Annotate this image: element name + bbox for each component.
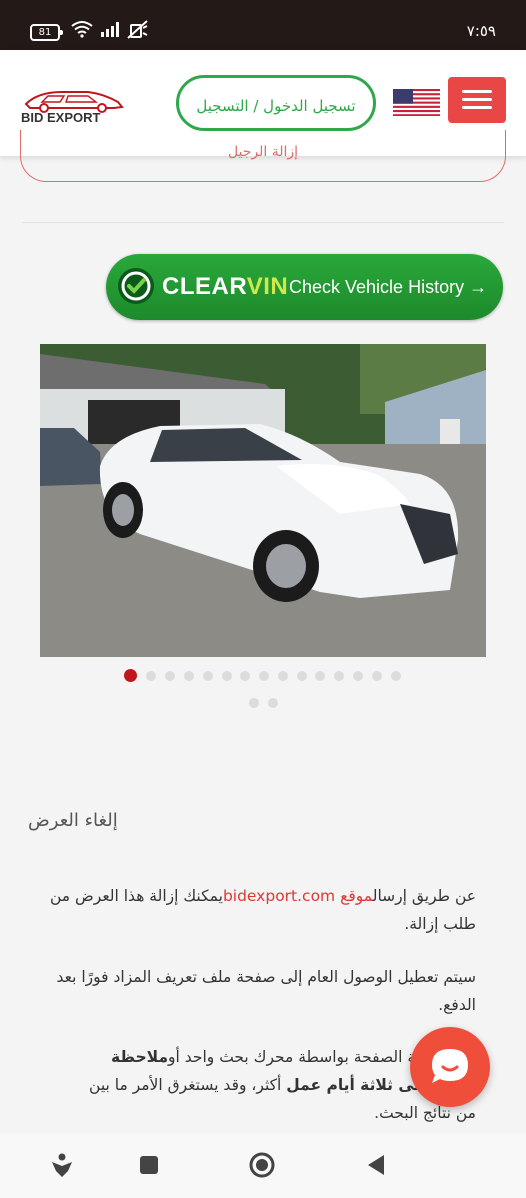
- gallery-dot[interactable]: [353, 671, 363, 681]
- us-flag-icon[interactable]: [393, 89, 440, 116]
- partially-hidden-button[interactable]: إزالة الرجيل: [20, 130, 506, 182]
- check-vehicle-history-label: Check Vehicle History →: [289, 277, 488, 297]
- brand-vin: VIN: [246, 273, 289, 300]
- divider: [22, 222, 504, 223]
- checkmark-icon: [118, 268, 154, 304]
- logo-wordmark: BID EXPORT: [21, 110, 101, 125]
- signal-icon: [101, 22, 119, 37]
- bidexport-link[interactable]: موقع bidexport.com: [223, 887, 373, 905]
- gallery-dot[interactable]: [184, 671, 194, 681]
- section-heading: إلغاء العرض: [28, 810, 118, 831]
- muted-icon: [127, 20, 148, 39]
- p3-end: أكثر، وقد يستغرق الأمر ما بين: [89, 1076, 282, 1094]
- menu-bar: [462, 106, 492, 109]
- gallery-dot[interactable]: [146, 671, 156, 681]
- clearvin-banner-button[interactable]: CLEARVIN Check Vehicle History →: [106, 254, 503, 320]
- menu-bar: [462, 98, 492, 101]
- gallery-dot[interactable]: [372, 671, 382, 681]
- hamburger-menu-button[interactable]: [448, 77, 506, 123]
- home-icon[interactable]: [249, 1152, 275, 1178]
- gallery-dot[interactable]: [165, 671, 175, 681]
- wifi-icon: [71, 21, 93, 38]
- battery-indicator: 81: [30, 24, 63, 41]
- gallery-dot[interactable]: [124, 669, 137, 682]
- gallery-dot[interactable]: [259, 671, 269, 681]
- gallery-dot[interactable]: [203, 671, 213, 681]
- gallery-dot[interactable]: [240, 671, 250, 681]
- clearvin-brand: CLEARVIN: [162, 273, 288, 301]
- gallery-dot[interactable]: [278, 671, 288, 681]
- p1-before: عن طريق إرسال: [372, 887, 476, 905]
- paragraph-3: تتم فهرسة الصفحة بواسطة محرك بحث واحد أو…: [28, 1043, 476, 1127]
- recents-icon[interactable]: [139, 1155, 159, 1175]
- gallery-dot[interactable]: [334, 671, 344, 681]
- gallery-dot[interactable]: [222, 671, 232, 681]
- gallery-dot[interactable]: [268, 698, 278, 708]
- bid-export-logo[interactable]: BID EXPORT: [18, 88, 130, 126]
- gallery-dot[interactable]: [315, 671, 325, 681]
- gallery-dot[interactable]: [391, 671, 401, 681]
- p3-note: ملاحظة: [111, 1048, 169, 1066]
- clock: ٧:٥٩: [466, 22, 496, 40]
- vehicle-photo[interactable]: [40, 344, 486, 657]
- gallery-dot[interactable]: [297, 671, 307, 681]
- gallery-dot[interactable]: [249, 698, 259, 708]
- login-register-button[interactable]: تسجيل الدخول / التسجيل: [176, 75, 376, 131]
- partially-hidden-button-label: إزالة الرجيل: [227, 144, 299, 160]
- menu-bar: [462, 90, 492, 93]
- paragraph-1: عن طريق إرسالموقع bidexport.comيمكنك إزا…: [28, 882, 476, 938]
- chat-icon: [432, 1049, 468, 1083]
- system-navigation-bar: [0, 1134, 526, 1198]
- brand-clear: CLEAR: [162, 273, 247, 300]
- back-icon[interactable]: [366, 1154, 386, 1176]
- paragraph-2: سيتم تعطيل الوصول العام إلى صفحة ملف تعر…: [56, 968, 476, 1014]
- chat-button[interactable]: [410, 1027, 490, 1107]
- accessibility-icon[interactable]: [50, 1153, 74, 1179]
- status-bar: 81 ٧:٥٩: [0, 0, 526, 50]
